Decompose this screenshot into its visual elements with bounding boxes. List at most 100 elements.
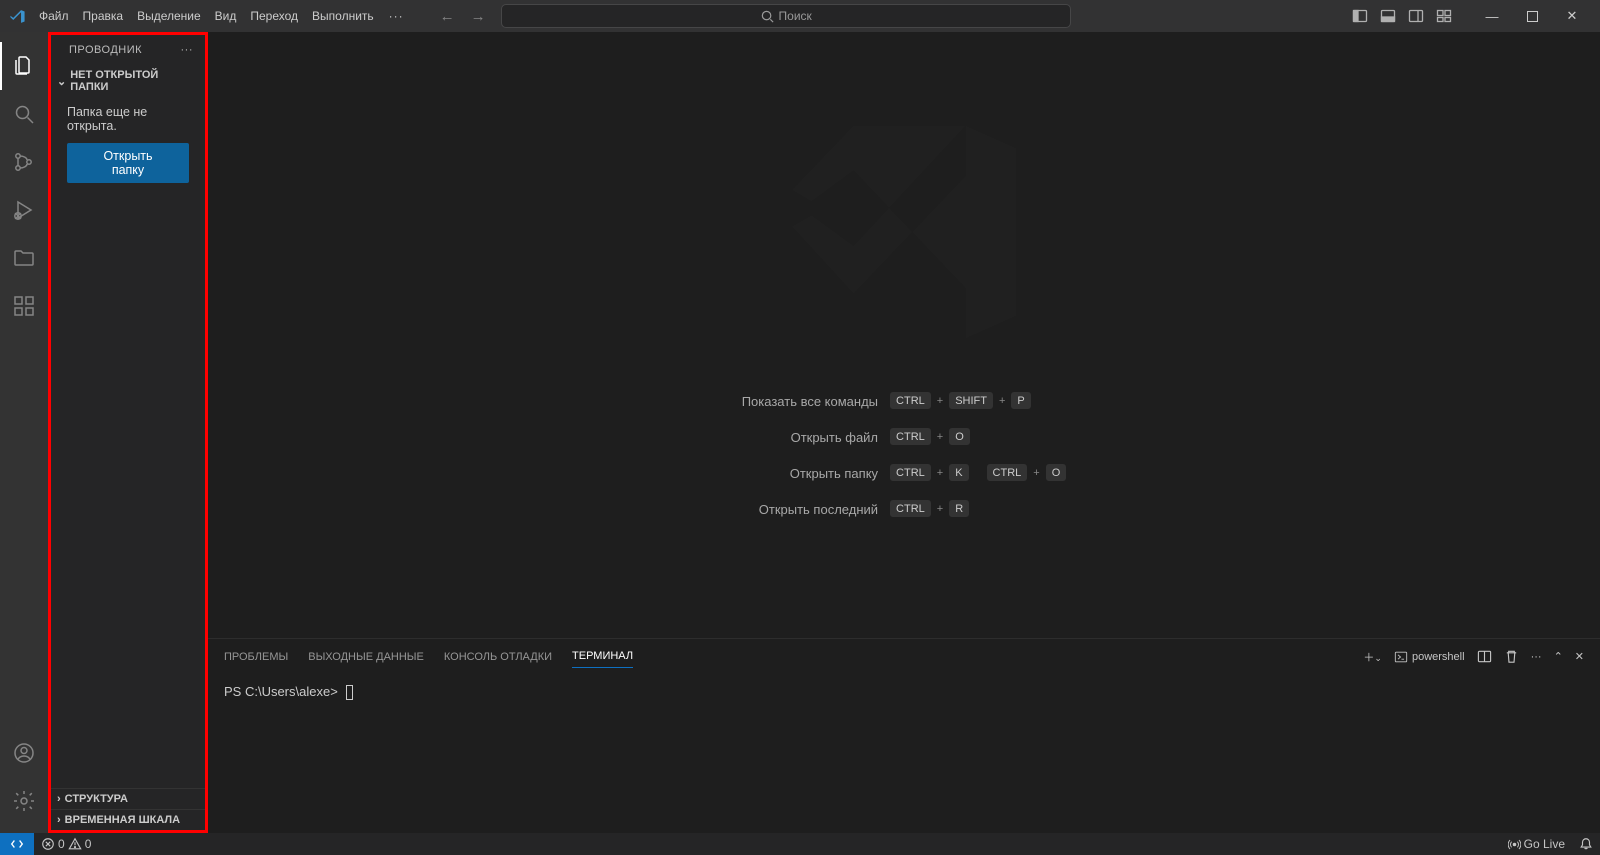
activity-explorer-icon[interactable] <box>0 42 48 90</box>
window-maximize-icon[interactable] <box>1512 1 1552 31</box>
menu-go[interactable]: Переход <box>243 9 305 23</box>
menu-overflow-icon[interactable]: ··· <box>381 9 412 23</box>
activity-search-icon[interactable] <box>0 90 48 138</box>
menu-bar: Файл Правка Выделение Вид Переход Выполн… <box>32 9 412 23</box>
menu-edit[interactable]: Правка <box>76 9 131 23</box>
key: O <box>1046 464 1067 482</box>
nav-forward-icon[interactable]: → <box>468 8 489 25</box>
key: CTRL <box>890 428 931 446</box>
activity-extensions-icon[interactable] <box>0 282 48 330</box>
toggle-secondary-sidebar-icon[interactable] <box>1408 8 1424 24</box>
remote-indicator-icon[interactable] <box>0 833 34 855</box>
activity-bottom <box>0 729 48 825</box>
search-placeholder: Поиск <box>779 9 812 23</box>
nav-back-icon[interactable]: ← <box>437 8 458 25</box>
new-terminal-icon[interactable]: ＋⌄ <box>1363 649 1382 665</box>
sidebar-header: ПРОВОДНИК ··· <box>51 35 205 65</box>
shortcut-label: Показать все команды <box>742 394 878 409</box>
activity-run-debug-icon[interactable] <box>0 186 48 234</box>
shortcut-keys: CTRL+R <box>890 500 1066 518</box>
golive-label: Go Live <box>1524 837 1565 851</box>
menu-view[interactable]: Вид <box>208 9 244 23</box>
section-timeline-header[interactable]: › ВРЕМЕННАЯ ШКАЛА <box>51 809 205 830</box>
broadcast-icon <box>1508 838 1521 851</box>
sidebar-collapsed-sections: › СТРУКТУРА › ВРЕМЕННАЯ ШКАЛА <box>51 788 205 830</box>
shortcut-keys: CTRL+K CTRL+O <box>890 464 1066 482</box>
terminal-body[interactable]: PS C:\Users\alexe> <box>208 674 1600 833</box>
vscode-watermark-icon <box>764 92 1044 372</box>
activity-bar <box>0 32 48 833</box>
shortcut-keys: CTRL+SHIFT+P <box>890 392 1066 410</box>
section-no-folder-header[interactable]: ⌄ НЕТ ОТКРЫТОЙ ПАПКИ <box>51 65 205 97</box>
search-icon <box>760 9 775 24</box>
warning-count: 0 <box>85 837 92 851</box>
key: SHIFT <box>949 392 993 410</box>
maximize-panel-icon[interactable]: ⌃ <box>1554 650 1563 663</box>
toggle-primary-sidebar-icon[interactable] <box>1352 8 1368 24</box>
tab-debug-console[interactable]: КОНСОЛЬ ОТЛАДКИ <box>444 646 552 668</box>
warning-icon <box>68 837 82 851</box>
shortcut-label: Открыть файл <box>742 430 878 445</box>
key: CTRL <box>987 464 1028 482</box>
menu-run[interactable]: Выполнить <box>305 9 381 23</box>
no-folder-text: Папка еще не открыта. <box>67 105 189 133</box>
layout-controls <box>1352 8 1452 24</box>
status-bar: 0 0 Go Live <box>0 833 1600 855</box>
menu-file[interactable]: Файл <box>32 9 76 23</box>
explorer-sidebar: ПРОВОДНИК ··· ⌄ НЕТ ОТКРЫТОЙ ПАПКИ Папка… <box>48 32 208 833</box>
shell-label: powershell <box>1412 651 1465 663</box>
panel-actions: ＋⌄ powershell ··· ⌃ ✕ <box>1363 649 1584 665</box>
section-no-folder-body: Папка еще не открыта. Открыть папку <box>51 97 205 191</box>
status-golive[interactable]: Go Live <box>1501 837 1572 851</box>
window-minimize-icon[interactable]: — <box>1472 1 1512 31</box>
shortcut-label: Открыть последний <box>742 502 878 517</box>
section-timeline-title: ВРЕМЕННАЯ ШКАЛА <box>65 814 180 826</box>
customize-layout-icon[interactable] <box>1436 8 1452 24</box>
status-notifications-icon[interactable] <box>1572 837 1600 851</box>
key: K <box>949 464 968 482</box>
error-count: 0 <box>58 837 65 851</box>
activity-source-control-icon[interactable] <box>0 138 48 186</box>
activity-account-icon[interactable] <box>0 729 48 777</box>
activity-settings-icon[interactable] <box>0 777 48 825</box>
chevron-down-icon: ⌄ <box>57 75 66 88</box>
terminal-cursor-icon <box>346 685 353 700</box>
key: R <box>949 500 969 518</box>
tab-problems[interactable]: ПРОБЛЕМЫ <box>224 646 288 668</box>
toggle-panel-icon[interactable] <box>1380 8 1396 24</box>
open-folder-button[interactable]: Открыть папку <box>67 143 189 183</box>
shortcut-keys: CTRL+O <box>890 428 1066 446</box>
shortcut-list: Показать все команды CTRL+SHIFT+P Открыт… <box>742 392 1067 518</box>
section-structure-title: СТРУКТУРА <box>65 793 128 805</box>
chevron-right-icon: › <box>57 814 61 826</box>
window-close-icon[interactable]: ✕ <box>1552 1 1592 31</box>
status-problems[interactable]: 0 0 <box>34 837 98 851</box>
panel-more-icon[interactable]: ··· <box>1531 651 1542 663</box>
vscode-logo-icon <box>8 7 26 25</box>
key: CTRL <box>890 392 931 410</box>
command-center-search[interactable]: Поиск <box>501 4 1071 28</box>
title-bar: Файл Правка Выделение Вид Переход Выполн… <box>0 0 1600 32</box>
nav-arrows: ← → <box>437 8 489 25</box>
tab-terminal[interactable]: ТЕРМИНАЛ <box>572 645 633 668</box>
split-terminal-icon[interactable] <box>1477 649 1492 664</box>
sidebar-more-icon[interactable]: ··· <box>181 44 194 56</box>
section-no-folder-title: НЕТ ОТКРЫТОЙ ПАПКИ <box>70 69 199 93</box>
terminal-profile[interactable]: powershell <box>1394 650 1465 664</box>
key: P <box>1011 392 1030 410</box>
close-panel-icon[interactable]: ✕ <box>1575 650 1584 663</box>
menu-selection[interactable]: Выделение <box>130 9 208 23</box>
titlebar-right: — ✕ <box>1352 1 1592 31</box>
sidebar-title: ПРОВОДНИК <box>69 44 142 56</box>
tab-output[interactable]: ВЫХОДНЫЕ ДАННЫЕ <box>308 646 424 668</box>
powershell-icon <box>1394 650 1408 664</box>
section-structure-header[interactable]: › СТРУКТУРА <box>51 788 205 809</box>
activity-folder-icon[interactable] <box>0 234 48 282</box>
key: CTRL <box>890 500 931 518</box>
chevron-right-icon: › <box>57 793 61 805</box>
panel-tabs: ПРОБЛЕМЫ ВЫХОДНЫЕ ДАННЫЕ КОНСОЛЬ ОТЛАДКИ… <box>208 639 1600 674</box>
kill-terminal-icon[interactable] <box>1504 649 1519 664</box>
key: O <box>949 428 970 446</box>
welcome-view: Показать все команды CTRL+SHIFT+P Открыт… <box>208 32 1600 638</box>
key: CTRL <box>890 464 931 482</box>
